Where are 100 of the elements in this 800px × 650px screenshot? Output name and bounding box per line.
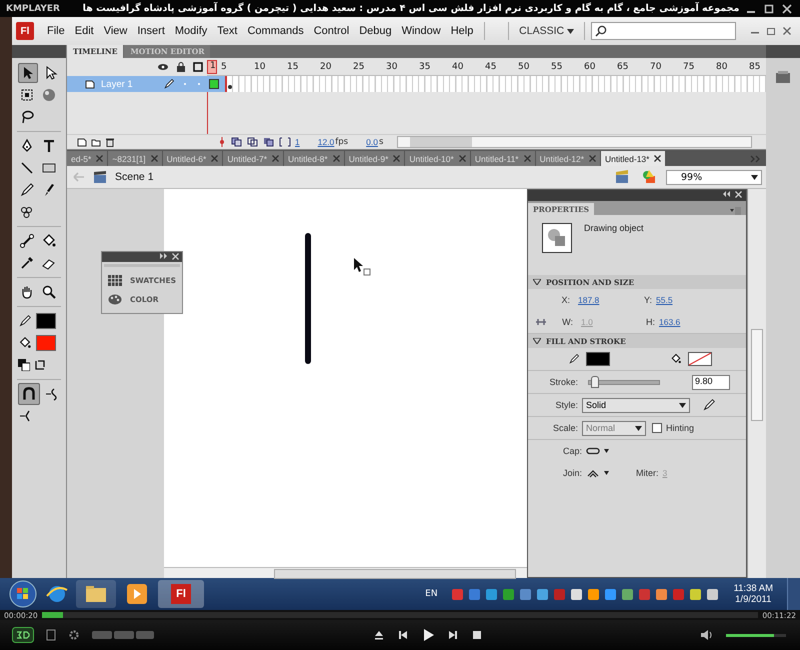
fill-color-swatch[interactable] xyxy=(36,335,56,351)
swap-colors-icon[interactable] xyxy=(34,359,46,371)
taskbar-app-button[interactable]: Fl xyxy=(158,580,204,608)
maximize-icon[interactable] xyxy=(764,4,774,14)
current-frame[interactable]: 1 xyxy=(295,137,300,147)
document-tab[interactable]: Untitled-7* xyxy=(223,151,284,166)
cap-dropdown-icon[interactable] xyxy=(586,446,610,456)
seek-bar[interactable] xyxy=(42,612,758,618)
edit-symbols-icon[interactable] xyxy=(640,169,658,185)
document-tab[interactable]: Untitled-6* xyxy=(162,151,222,166)
document-tab[interactable]: Untitled-11* xyxy=(470,151,535,166)
zoom-icon[interactable] xyxy=(40,283,58,301)
bucket-icon[interactable] xyxy=(18,336,32,350)
document-tab[interactable]: ~8231[1] xyxy=(108,151,162,166)
pencil-icon[interactable] xyxy=(702,398,716,412)
menu-item[interactable]: Modify xyxy=(170,25,212,37)
menu-item[interactable]: View xyxy=(98,25,132,37)
magnet-icon[interactable] xyxy=(18,383,40,405)
stroke-color-swatch[interactable] xyxy=(586,352,610,366)
y-value[interactable]: 55.5 xyxy=(656,295,673,305)
library-icon[interactable] xyxy=(775,70,791,84)
expanded-triangle-icon[interactable] xyxy=(533,279,541,285)
x-value[interactable]: 187.8 xyxy=(578,295,634,305)
scene-name[interactable]: Scene 1 xyxy=(115,171,154,183)
pencil-icon[interactable] xyxy=(18,314,32,328)
center-frame-icon[interactable] xyxy=(217,137,227,147)
document-tab[interactable]: Untitled-12* xyxy=(536,151,600,166)
tray-icon[interactable] xyxy=(656,588,667,600)
tray-icon[interactable] xyxy=(690,588,701,600)
elapsed-time[interactable]: 0.0 xyxy=(366,137,378,147)
tray-icon[interactable] xyxy=(536,588,548,600)
link-icon[interactable] xyxy=(535,317,547,327)
menu-item[interactable]: Control xyxy=(308,25,354,37)
document-tab[interactable]: Untitled-10* xyxy=(405,151,470,166)
lock-icon[interactable] xyxy=(176,62,186,72)
tray-icon[interactable] xyxy=(706,588,718,600)
edit-frames-icon[interactable] xyxy=(263,137,275,147)
document-tab[interactable]: ed-5* xyxy=(67,151,108,166)
horizontal-scrollbar[interactable] xyxy=(397,136,752,148)
join-dropdown-icon[interactable] xyxy=(586,468,610,478)
collapse-icon[interactable] xyxy=(160,253,168,259)
clock[interactable]: 11:38 AM 1/9/2011 xyxy=(734,583,773,605)
onion-outline-icon[interactable] xyxy=(247,137,259,147)
zoom-dropdown[interactable]: 99% xyxy=(666,170,762,184)
folder-icon[interactable] xyxy=(91,137,101,147)
stop-icon[interactable] xyxy=(471,629,483,641)
tray-icon[interactable] xyxy=(604,588,616,600)
tray-icon[interactable] xyxy=(570,588,582,600)
tray-icon[interactable] xyxy=(588,588,599,600)
height-value[interactable]: 163.6 xyxy=(659,317,680,327)
stroke-input[interactable]: 9.80 xyxy=(692,374,730,390)
menu-item[interactable]: Help xyxy=(446,25,478,37)
menu-item[interactable]: Text xyxy=(212,25,242,37)
document-tab[interactable]: Untitled-9* xyxy=(344,151,404,166)
stroke-color-swatch[interactable] xyxy=(36,313,56,329)
vertical-scrollbar[interactable] xyxy=(747,189,766,578)
expanded-triangle-icon[interactable] xyxy=(533,338,541,344)
onion-skin-icon[interactable] xyxy=(231,137,243,147)
tray-icon[interactable] xyxy=(502,588,514,600)
no-fill-swatch[interactable] xyxy=(688,352,712,366)
language-indicator[interactable]: EN xyxy=(425,589,438,599)
restore-icon[interactable] xyxy=(766,26,776,36)
new-layer-icon[interactable] xyxy=(77,137,87,147)
volume-icon[interactable] xyxy=(700,629,714,641)
close-icon[interactable] xyxy=(782,26,792,36)
settings-icon[interactable] xyxy=(68,629,80,641)
playlist-icon[interactable] xyxy=(46,629,56,641)
layer-color-icon[interactable] xyxy=(209,79,219,89)
frame-rate[interactable]: 12.0 xyxy=(318,137,334,147)
3d-mode-icon[interactable] xyxy=(12,627,34,643)
scale-dropdown[interactable]: Normal xyxy=(582,420,646,436)
volume-slider[interactable] xyxy=(726,634,786,636)
menu-item[interactable]: Commands xyxy=(242,25,309,37)
markers-icon[interactable] xyxy=(279,137,291,147)
previous-icon[interactable] xyxy=(397,629,409,641)
start-button[interactable] xyxy=(8,579,38,609)
close-icon[interactable] xyxy=(782,4,792,14)
horizontal-scrollbar[interactable] xyxy=(164,567,527,578)
document-tab[interactable]: Untitled-13* xyxy=(601,151,666,166)
outline-icon[interactable] xyxy=(193,62,203,72)
menu-item[interactable]: Edit xyxy=(70,25,99,37)
play-icon[interactable] xyxy=(421,628,435,642)
menu-item[interactable]: Window xyxy=(396,25,446,37)
close-icon[interactable] xyxy=(654,155,662,162)
search-field[interactable] xyxy=(591,22,736,40)
tray-icon[interactable] xyxy=(622,588,633,600)
eye-icon[interactable] xyxy=(157,62,169,72)
pencil-icon[interactable] xyxy=(18,181,36,199)
next-icon[interactable] xyxy=(447,629,459,641)
trash-icon[interactable] xyxy=(105,137,115,147)
slider-thumb[interactable] xyxy=(591,376,600,388)
style-dropdown[interactable]: Solid xyxy=(582,398,690,412)
eject-icon[interactable] xyxy=(373,629,385,641)
hinting-checkbox[interactable] xyxy=(652,423,662,433)
workspace-dropdown[interactable]: CLASSIC xyxy=(515,25,578,37)
menu-item[interactable]: File xyxy=(42,25,70,37)
panel-menu-icon[interactable] xyxy=(730,207,742,215)
menu-item[interactable]: Debug xyxy=(354,25,397,37)
menu-item[interactable]: Insert xyxy=(132,25,170,37)
default-colors-icon[interactable] xyxy=(18,359,30,371)
